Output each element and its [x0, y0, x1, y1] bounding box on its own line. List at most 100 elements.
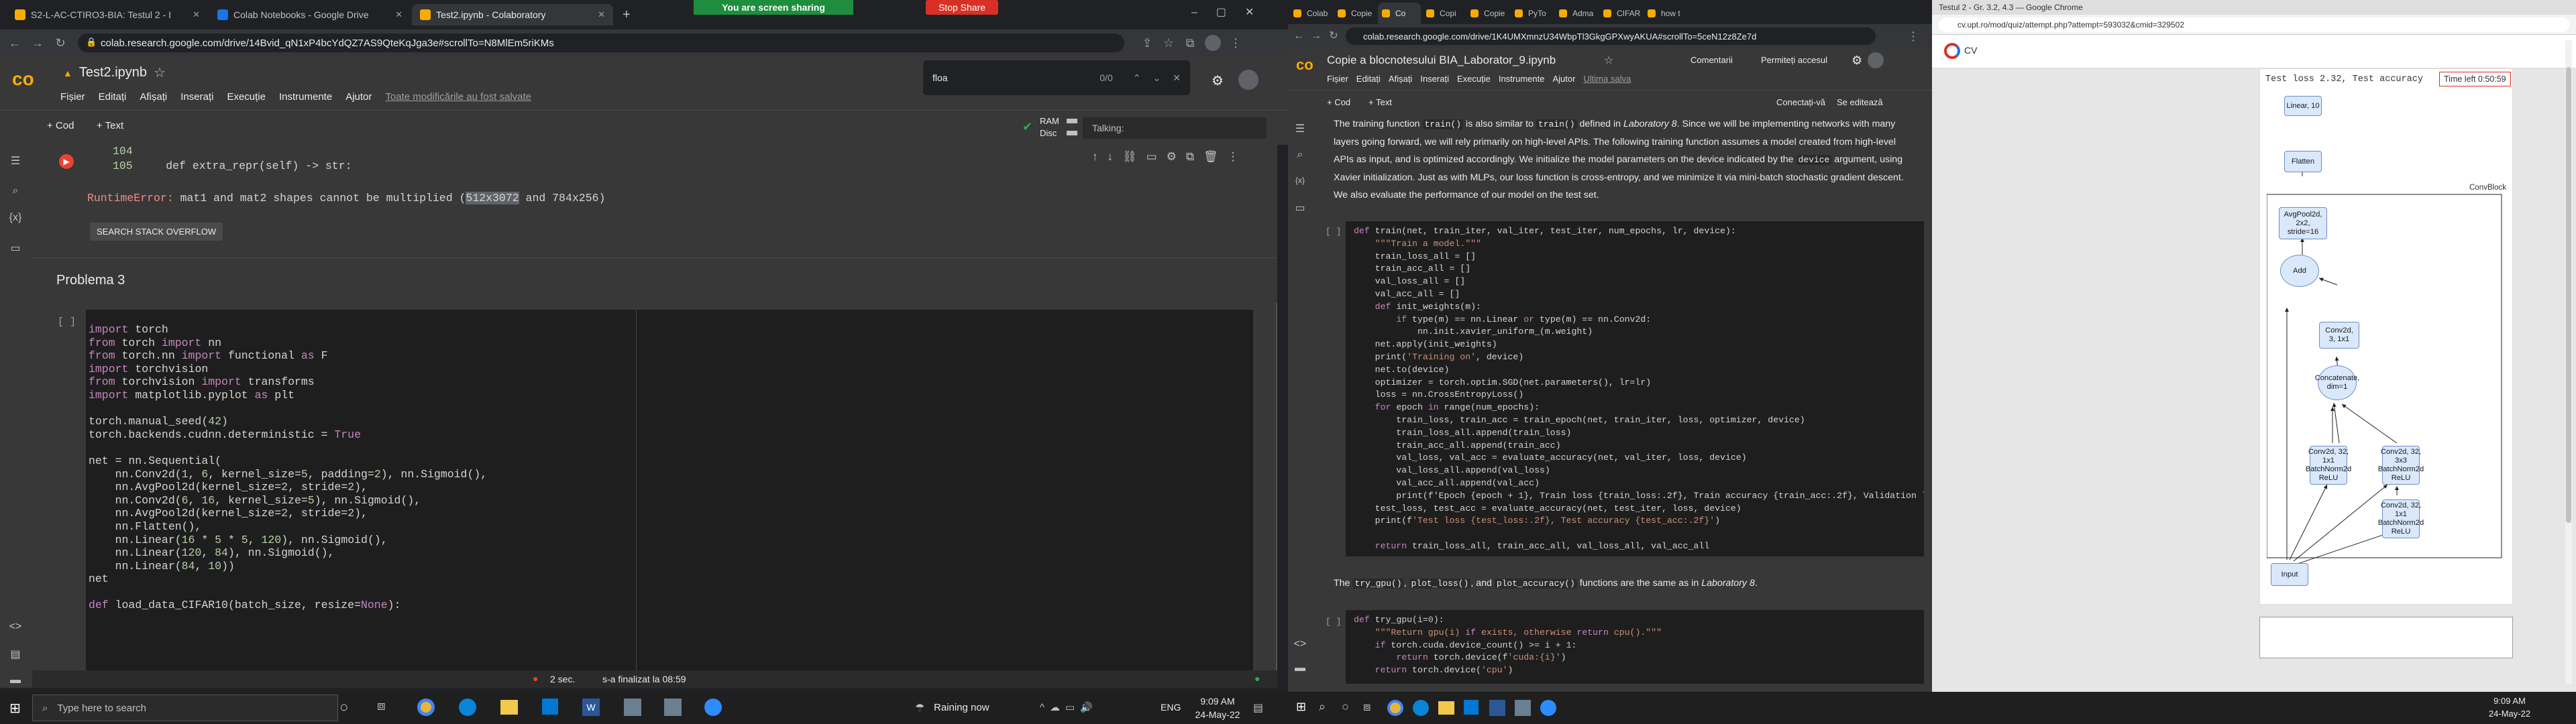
app-icon[interactable] [624, 699, 641, 716]
stop-share-button[interactable]: Stop Share [926, 0, 998, 15]
word-app-icon[interactable] [1489, 700, 1505, 716]
menu-item-tools[interactable]: Instrumente [279, 91, 332, 103]
clock-time[interactable]: 9:09 AM [2486, 696, 2533, 706]
windows-start-icon[interactable]: ⊞ [1296, 700, 1306, 714]
find-prev-icon[interactable]: ⌃ [1133, 72, 1141, 84]
edge-app-icon[interactable] [459, 699, 476, 716]
move-down-icon[interactable]: ↓ [1108, 150, 1114, 164]
comment-icon[interactable]: ▭ [1146, 150, 1157, 164]
menu-item-view[interactable]: Afișați [1389, 74, 1412, 84]
menu-item-edit[interactable]: Editați [1356, 74, 1381, 84]
avatar[interactable] [1238, 70, 1258, 90]
error-run-icon[interactable]: ▶ [59, 154, 74, 169]
menu-item-help[interactable]: Ajutor [1553, 74, 1576, 84]
zoom-app-icon[interactable] [704, 699, 722, 716]
clock-date[interactable]: 24-May-22 [1194, 709, 1241, 720]
chrome-menu-icon[interactable]: ⋮ [1905, 28, 1921, 44]
clock-date[interactable]: 24-May-22 [2486, 709, 2533, 719]
toc-icon[interactable]: ☰ [1293, 122, 1307, 137]
command-palette-icon[interactable]: ▤ [8, 648, 23, 662]
app-icon[interactable] [1515, 700, 1531, 716]
find-next-icon[interactable]: ⌄ [1153, 72, 1161, 84]
cell-run-bracket[interactable]: [ ] [58, 316, 76, 328]
avatar[interactable] [1868, 52, 1884, 68]
answer-textarea[interactable] [2259, 617, 2513, 658]
back-icon[interactable]: ← [1291, 28, 1307, 44]
menu-item-insert[interactable]: Inserați [1420, 74, 1449, 84]
menu-item-view[interactable]: Afișați [140, 91, 167, 103]
tab-testul2[interactable]: S2-L-AC-CTIRO3-BIA: Testul 2 - I ✕ [7, 4, 208, 25]
chrome-menu-icon[interactable]: ⋮ [1228, 35, 1244, 51]
comments-button[interactable]: Comentarii [1690, 55, 1733, 65]
forward-icon[interactable]: → [1308, 28, 1324, 44]
share-button[interactable]: Permiteți accesul [1761, 55, 1827, 65]
add-text-button[interactable]: + Text [97, 120, 123, 131]
zoom-app-icon[interactable] [1540, 700, 1556, 716]
menu-item-edit[interactable]: Editați [99, 91, 127, 103]
add-text-button[interactable]: + Text [1368, 97, 1392, 107]
tab-test2-colab[interactable]: Test2.ipynb - Colaboratory ✕ [412, 4, 613, 25]
forward-icon[interactable]: → [30, 35, 46, 51]
window-controls[interactable]: –▢✕ [1191, 5, 1273, 19]
cv-logo[interactable] [1944, 43, 1960, 59]
weather-text[interactable]: Raining now [934, 702, 989, 713]
scrollbar[interactable] [1276, 303, 1277, 688]
browser-tab[interactable]: Co [1378, 3, 1421, 24]
settings-icon[interactable]: ⚙ [1167, 150, 1177, 164]
menu-item-runtime[interactable]: Execuție [227, 91, 266, 103]
scrollbar[interactable] [2565, 40, 2572, 684]
add-code-button[interactable]: + Cod [47, 120, 74, 131]
back-icon[interactable]: ← [7, 35, 23, 51]
settings-gear-icon[interactable]: ⚙ [1212, 72, 1224, 89]
cell-run-bracket[interactable]: [ ] [1326, 617, 1341, 627]
store-icon[interactable] [542, 699, 558, 715]
move-up-icon[interactable]: ↑ [1092, 150, 1098, 164]
share-page-icon[interactable]: ⇪ [1139, 35, 1155, 51]
url-field[interactable]: cv.upt.ro/mod/quiz/attempt.php?attempt=5… [1939, 17, 2569, 32]
variables-icon[interactable]: {x} [8, 212, 23, 227]
edge-app-icon[interactable] [1413, 700, 1429, 716]
url-field[interactable]: colab.research.google.com/drive/1K4UMXmn… [1346, 27, 1876, 45]
search-icon[interactable]: ⌕ [8, 185, 23, 200]
search-icon[interactable]: ⌕ [1319, 700, 1326, 714]
word-app-icon[interactable]: W [582, 699, 600, 716]
close-icon[interactable]: ✕ [193, 9, 200, 20]
store-icon[interactable] [1464, 700, 1479, 715]
settings-gear-icon[interactable]: ⚙ [1851, 54, 1862, 68]
url-field[interactable]: 🔒 colab.research.google.com/drive/14Bvid… [78, 34, 1124, 52]
taskbar-search[interactable]: ⌕ Type here to search [32, 695, 338, 721]
widgets-icon[interactable]: ⧈ [1363, 700, 1371, 714]
task-view-icon[interactable]: ○ [1342, 700, 1349, 714]
files-folder-icon[interactable]: ▭ [8, 241, 23, 256]
app-icon[interactable] [664, 699, 682, 716]
browser-tab[interactable]: Colab [1289, 3, 1332, 24]
browser-tab[interactable]: how t [1644, 3, 1686, 24]
toc-icon[interactable]: ☰ [8, 154, 23, 169]
scrollbar-thumb[interactable] [2566, 67, 2571, 523]
chrome-app-icon[interactable] [1387, 700, 1403, 716]
menu-item-insert[interactable]: Inserați [180, 91, 213, 103]
files-folder-icon[interactable]: ▭ [1293, 201, 1307, 216]
browser-tab[interactable]: Copi [1422, 3, 1465, 24]
browser-tab[interactable]: Copie [1334, 3, 1377, 24]
search-stack-overflow-button[interactable]: SEARCH STACK OVERFLOW [90, 223, 223, 241]
menu-item-runtime[interactable]: Execuție [1457, 74, 1491, 84]
variables-icon[interactable]: {x} [1293, 176, 1307, 190]
file-explorer-icon[interactable] [1438, 701, 1454, 715]
tray-icons[interactable]: ^☁▭🔊 [1040, 701, 1098, 713]
extensions-icon[interactable]: ⧉ [1182, 35, 1198, 51]
clock-time[interactable]: 9:09 AM [1194, 696, 1241, 707]
reload-icon[interactable]: ↻ [52, 35, 68, 51]
add-code-button[interactable]: + Cod [1327, 97, 1350, 107]
menu-item-help[interactable]: Ajutor [345, 91, 372, 103]
menu-item-file[interactable]: Fișier [60, 91, 85, 103]
save-status-link[interactable]: Toate modificările au fost salvate [385, 91, 531, 103]
menu-item-tools[interactable]: Instrumente [1499, 74, 1545, 84]
terminal-icon[interactable]: ▬ [1293, 662, 1307, 677]
task-view-icon[interactable]: ○ [339, 699, 348, 716]
close-icon[interactable]: ✕ [598, 9, 605, 20]
terminal-icon[interactable]: ▬ [8, 674, 23, 689]
code-snippets-icon[interactable]: <> [8, 621, 23, 636]
link-icon[interactable]: ⛓ [1122, 150, 1137, 164]
chrome-app-icon[interactable] [417, 699, 435, 716]
